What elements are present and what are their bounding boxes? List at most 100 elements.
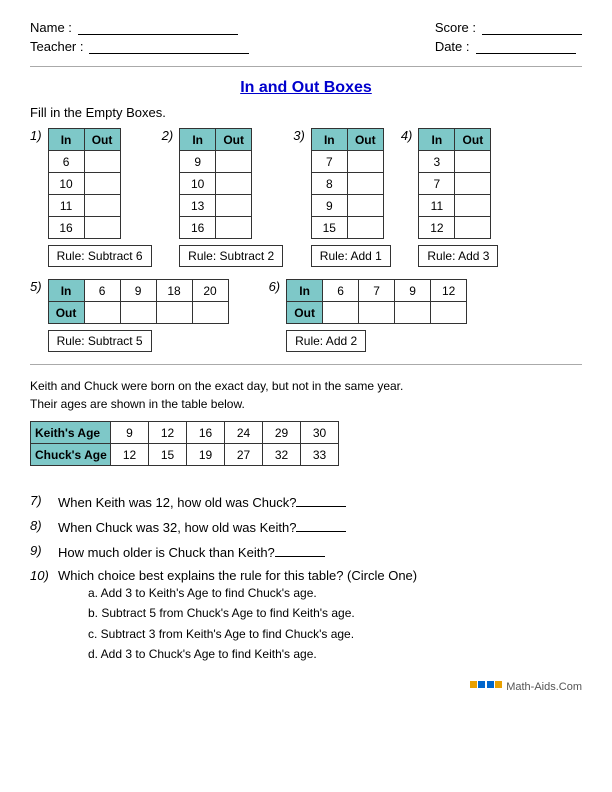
math-aids-logo: Math-Aids.Com [470,681,582,693]
problem-3-table: InOut78915 [311,128,384,239]
age-table: Keith's Age91216242930Chuck's Age1215192… [30,421,339,466]
question-7-answer-line [296,493,346,507]
cell-r0-c0: 9 [180,151,216,173]
teacher-field: Teacher : [30,39,249,54]
cell-r1-c0: 7 [419,173,455,195]
question-8-content: When Chuck was 32, how old was Keith? [58,518,346,535]
cell-r2-c1 [455,195,491,217]
date-field: Date : [435,39,582,54]
logo-sq-orange2 [495,681,502,688]
keiths-age-0: 9 [111,422,149,444]
question-8: 8) When Chuck was 32, how old was Keith? [30,518,582,535]
choice-3: d. Add 3 to Chuck's Age to find Keith's … [88,644,417,664]
col-header-in: In [311,129,347,151]
story-text: Keith and Chuck were born on the exact d… [30,377,582,413]
col-header-in: In [48,129,84,151]
cell-r0-c1 [455,151,491,173]
story-line1: Keith and Chuck were born on the exact d… [30,379,403,393]
problem-1-number: 1) [30,128,42,143]
cell-r1-c1 [347,173,383,195]
col-header-out: Out [216,129,252,151]
in-val-2: 9 [395,280,431,302]
problem-1-wrap: 1) InOut6101116 Rule: Subtract 6 [30,128,152,267]
in-val-0: 6 [84,280,120,302]
question-10-content: Which choice best explains the rule for … [58,568,417,665]
header-left: Name : Teacher : [30,20,249,54]
col-header-in: In [180,129,216,151]
cell-r1-c0: 10 [180,173,216,195]
problem-h2-number: 6) [269,279,281,294]
logo-sq-blue [478,681,485,688]
col-header-out: Out [84,129,120,151]
in-val-3: 12 [431,280,467,302]
keiths-age-3: 24 [225,422,263,444]
question-7-content: When Keith was 12, how old was Chuck? [58,493,346,510]
chucks-age-5: 33 [301,444,339,466]
in-val-3: 20 [192,280,228,302]
problem-4-wrap: 4) InOut371112Rule: Add 3 [401,128,499,267]
logo-sq-orange [470,681,477,688]
section-divider [30,364,582,365]
problem-3-rule: Rule: Add 1 [311,245,391,267]
story-line2: Their ages are shown in the table below. [30,397,245,411]
header-right: Score : Date : [435,20,582,54]
footer: Math-Aids.Com [30,681,582,693]
score-label: Score : [435,20,476,35]
name-underline [78,21,238,35]
problem-4: InOut371112Rule: Add 3 [418,128,498,267]
question-8-text: When Chuck was 32, how old was Keith? [58,520,296,535]
problem-2-table: InOut9101316 [179,128,252,239]
logo-sq-blue2 [487,681,494,688]
chucks-age-4: 32 [263,444,301,466]
chucks-age-2: 19 [187,444,225,466]
keiths-age-5: 30 [301,422,339,444]
question-9-answer-line [275,543,325,557]
problem-h1-number: 5) [30,279,42,294]
cell-r1-c0: 10 [48,173,84,195]
col-header-out: Out [347,129,383,151]
cell-r3-c0: 16 [48,217,84,239]
cell-r1-c1 [216,173,252,195]
cell-r2-c0: 11 [419,195,455,217]
cell-r0-c1 [347,151,383,173]
cell-r2-c0: 9 [311,195,347,217]
out-val-1 [359,302,395,324]
out-val-1 [120,302,156,324]
in-label: In [48,280,84,302]
problem-h2-wrap: 6)In67912OutRule: Add 2 [269,279,468,352]
problem-2-rule: Rule: Subtract 2 [179,245,283,267]
cell-r0-c0: 6 [48,151,84,173]
choice-2: c. Subtract 3 from Keith's Age to find C… [88,624,417,644]
question-10: 10) Which choice best explains the rule f… [30,568,582,665]
in-label: In [287,280,323,302]
problem-h1: In691820OutRule: Subtract 5 [48,279,229,352]
question-9: 9)How much older is Chuck than Keith? [30,543,582,560]
question-8-number: 8) [30,518,54,535]
cell-r1-c1 [84,173,120,195]
choice-0: a. Add 3 to Keith's Age to find Chuck's … [88,583,417,603]
cell-r2-c0: 13 [180,195,216,217]
logo-icon [470,681,502,693]
question-10-number: 10) [30,568,54,665]
chucks-age-3: 27 [225,444,263,466]
chucks-age-1: 15 [149,444,187,466]
cell-r3-c0: 15 [311,217,347,239]
col-header-out: Out [455,129,491,151]
problems-vertical-row: 1)InOut6101116Rule: Subtract 62)InOut910… [30,128,582,267]
out-val-2 [156,302,192,324]
problem-1-rule: Rule: Subtract 6 [48,245,152,267]
problem-1-table: InOut6101116 [48,128,121,239]
problem-4-table: InOut371112 [418,128,491,239]
teacher-underline [89,40,249,54]
question-7-text: When Keith was 12, how old was Chuck? [58,495,296,510]
keiths-age-4: 29 [263,422,301,444]
problems-horizontal-row: 5)In691820OutRule: Subtract 56)In67912Ou… [30,279,582,352]
cell-r3-c1 [84,217,120,239]
questions-container: 7)When Keith was 12, how old was Chuck?8… [30,493,582,665]
col-header-in: In [419,129,455,151]
cell-r1-c0: 8 [311,173,347,195]
problem-4-number: 4) [401,128,413,143]
cell-r2-c1 [347,195,383,217]
question-10-text: Which choice best explains the rule for … [58,568,417,583]
cell-r3-c1 [216,217,252,239]
